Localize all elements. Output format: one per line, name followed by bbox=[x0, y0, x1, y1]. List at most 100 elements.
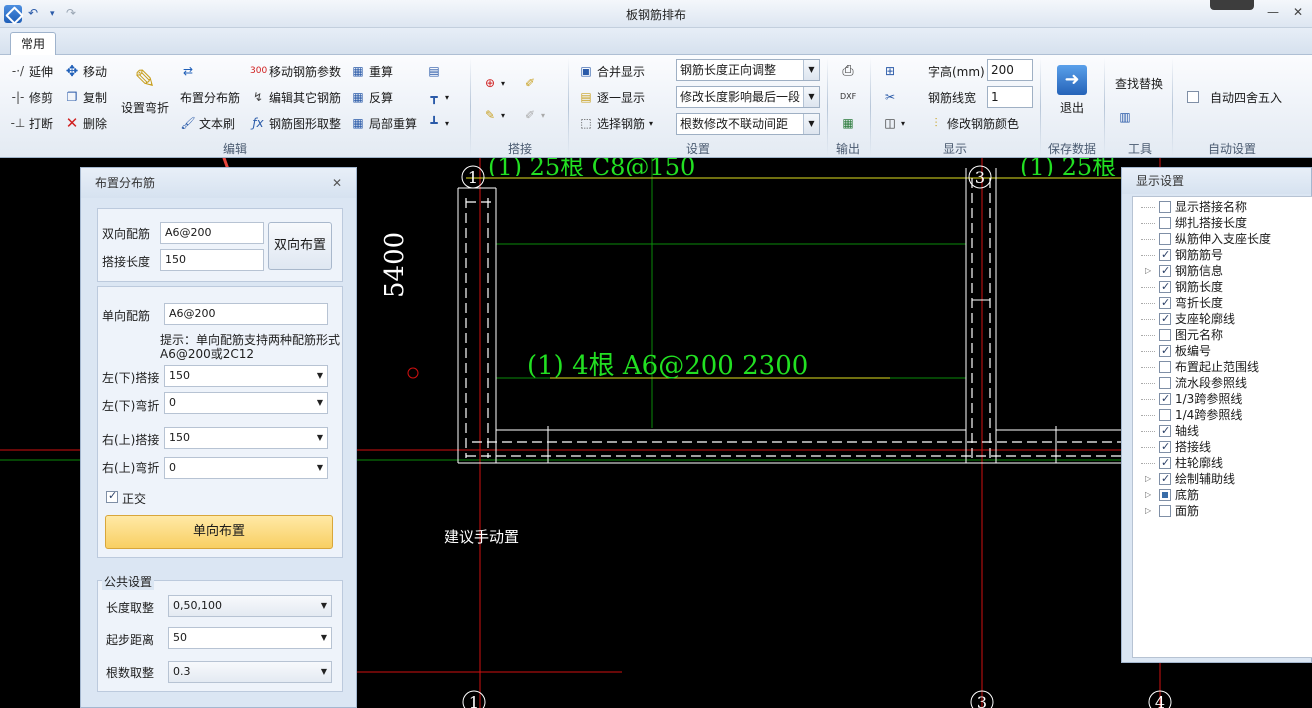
merge-display-button[interactable]: ▣ 合并显示 bbox=[578, 61, 645, 81]
text-brush-button[interactable]: 🖌 文本刷 bbox=[180, 113, 235, 133]
display-setting-checkbox[interactable] bbox=[1159, 361, 1171, 373]
extend-button[interactable]: -·/延伸 bbox=[10, 61, 53, 81]
modify-color-button[interactable]: ⫶ 修改钢筋颜色 bbox=[928, 113, 1019, 133]
move-button[interactable]: ✥ 移动 bbox=[64, 61, 107, 81]
tab-common[interactable]: 常用 bbox=[10, 32, 56, 56]
edit-extra-2-button[interactable]: ┳ ▾ bbox=[426, 87, 449, 107]
length-round-select[interactable]: 0,50,100 ▼ bbox=[168, 595, 332, 617]
display-setting-item[interactable]: 显示搭接名称 bbox=[1133, 199, 1312, 215]
right-lap-select[interactable]: 150 ▼ bbox=[164, 427, 328, 449]
display-setting-checkbox[interactable] bbox=[1159, 409, 1171, 421]
recalc-button[interactable]: ▦ 重算 bbox=[350, 61, 393, 81]
display-setting-checkbox[interactable] bbox=[1159, 423, 1171, 439]
display-setting-item[interactable]: 绑扎搭接长度 bbox=[1133, 215, 1312, 231]
display-setting-item[interactable]: 流水段参照线 bbox=[1133, 375, 1312, 391]
lap-tool-3-button[interactable]: ✎ ▾ bbox=[482, 105, 505, 125]
display-setting-item[interactable]: 支座轮廓线 bbox=[1133, 311, 1312, 327]
display-setting-item[interactable]: ▷ 钢筋信息 bbox=[1133, 263, 1312, 279]
display-setting-item[interactable]: 钢筋筋号 bbox=[1133, 247, 1312, 263]
display-setting-checkbox[interactable] bbox=[1159, 311, 1171, 327]
display-tool-3-button[interactable]: ◫ ▾ bbox=[882, 113, 905, 133]
uni-rebar-input[interactable]: A6@200 bbox=[164, 303, 328, 325]
right-bend-select[interactable]: 0 ▼ bbox=[164, 457, 328, 479]
display-setting-checkbox[interactable] bbox=[1159, 217, 1171, 229]
bi-lap-input[interactable]: 150 bbox=[160, 249, 264, 271]
move-params-button[interactable]: 300 移动钢筋参数 bbox=[250, 61, 341, 81]
display-setting-item[interactable]: ▷ 底筋 bbox=[1133, 487, 1312, 503]
font-height-input[interactable]: 200 bbox=[987, 59, 1033, 81]
copy-button[interactable]: ❐ 复制 bbox=[64, 87, 107, 107]
display-setting-item[interactable]: 布置起止范围线 bbox=[1133, 359, 1312, 375]
break-button[interactable]: -⊥ 打断 bbox=[10, 113, 53, 133]
select-rebar-button[interactable]: ⬚ 选择钢筋 ▾ bbox=[578, 113, 653, 133]
display-setting-checkbox[interactable] bbox=[1159, 295, 1171, 311]
auto-round-checkbox[interactable] bbox=[1187, 91, 1199, 103]
uni-place-button[interactable]: 单向布置 bbox=[105, 515, 333, 549]
expand-arrow-icon[interactable]: ▷ bbox=[1145, 487, 1151, 503]
print-button[interactable]: ⎙ bbox=[840, 61, 859, 81]
rebar-label[interactable]: (1) 4根 A6@200 2300 bbox=[527, 345, 808, 382]
shape-pick-button[interactable]: ƒx 钢筋图形取整 bbox=[250, 113, 341, 133]
display-setting-item[interactable]: 板编号 bbox=[1133, 343, 1312, 359]
display-setting-checkbox[interactable] bbox=[1159, 233, 1171, 245]
exit-button[interactable]: ➜ 退出 bbox=[1050, 65, 1094, 116]
lap-tool-2-button[interactable]: ✐ bbox=[522, 73, 541, 93]
display-tool-2-button[interactable]: ✂ bbox=[882, 87, 901, 107]
count-round-select[interactable]: 0.3 ▼ bbox=[168, 661, 332, 683]
reverse-calc-button[interactable]: ▦ 反算 bbox=[350, 87, 393, 107]
display-settings-title[interactable]: 显示设置 bbox=[1122, 168, 1311, 194]
length-adjust-combo[interactable]: 钢筋长度正向调整 ▼ bbox=[676, 59, 820, 81]
trim-button[interactable]: -|- 修剪 bbox=[10, 87, 53, 107]
display-setting-item[interactable]: 柱轮廓线 bbox=[1133, 455, 1312, 471]
display-setting-item[interactable]: 图元名称 bbox=[1133, 327, 1312, 343]
display-setting-checkbox[interactable] bbox=[1159, 279, 1171, 295]
display-setting-checkbox[interactable] bbox=[1159, 505, 1171, 517]
place-dist-button[interactable]: 布置分布筋 bbox=[180, 87, 240, 107]
count-link-combo[interactable]: 根数修改不联动间距 ▼ bbox=[676, 113, 820, 135]
expand-arrow-icon[interactable]: ▷ bbox=[1145, 263, 1151, 279]
display-setting-checkbox[interactable] bbox=[1159, 455, 1171, 471]
rebar-label-top[interactable]: (1) 25根 C8@150 bbox=[488, 158, 695, 176]
edit-other-button[interactable]: ↯ 编辑其它钢筋 bbox=[250, 87, 341, 107]
display-setting-checkbox[interactable] bbox=[1159, 263, 1171, 279]
display-setting-checkbox[interactable] bbox=[1159, 439, 1171, 455]
display-setting-item[interactable]: ▷ 面筋 bbox=[1133, 503, 1312, 519]
dist-settings-icon-button[interactable]: ⇄ bbox=[180, 61, 199, 81]
export-excel-button[interactable]: ▦ bbox=[840, 113, 859, 133]
display-setting-checkbox[interactable] bbox=[1159, 343, 1171, 359]
display-setting-item[interactable]: 纵筋伸入支座长度 bbox=[1133, 231, 1312, 247]
bi-rebar-input[interactable]: A6@200 bbox=[160, 222, 264, 244]
display-setting-item[interactable]: 轴线 bbox=[1133, 423, 1312, 439]
close-window-button[interactable]: ✕ bbox=[1285, 2, 1311, 22]
show-one-by-one-button[interactable]: ▤ 逐一显示 bbox=[578, 87, 645, 107]
display-setting-checkbox[interactable] bbox=[1159, 489, 1171, 501]
display-tool-1-button[interactable]: ⊞ bbox=[882, 61, 901, 81]
display-setting-item[interactable]: 钢筋长度 bbox=[1133, 279, 1312, 295]
display-setting-checkbox[interactable] bbox=[1159, 329, 1171, 341]
display-setting-checkbox[interactable] bbox=[1159, 471, 1171, 487]
display-setting-item[interactable]: 1/3跨参照线 bbox=[1133, 391, 1312, 407]
export-dxf-button[interactable]: DXF bbox=[840, 87, 859, 107]
partial-recalc-button[interactable]: ▦ 局部重算 bbox=[350, 113, 417, 133]
expand-arrow-icon[interactable]: ▷ bbox=[1145, 503, 1151, 519]
rebar-label-top-right[interactable]: (1) 25根 bbox=[1020, 158, 1116, 176]
expand-arrow-icon[interactable]: ▷ bbox=[1145, 471, 1151, 487]
dialog-title[interactable]: 布置分布筋 bbox=[81, 168, 356, 198]
display-setting-checkbox[interactable] bbox=[1159, 247, 1171, 263]
edit-extra-1-button[interactable]: ▤ bbox=[426, 61, 445, 81]
display-setting-item[interactable]: 搭接线 bbox=[1133, 439, 1312, 455]
lap-tool-1-button[interactable]: ⊕ ▾ bbox=[482, 73, 505, 93]
start-distance-select[interactable]: 50 ▼ bbox=[168, 627, 332, 649]
bi-place-button[interactable]: 双向布置 bbox=[268, 222, 332, 270]
lap-tool-4-button[interactable]: ✐ ▾ bbox=[522, 105, 545, 125]
left-lap-select[interactable]: 150 ▼ bbox=[164, 365, 328, 387]
find-replace-button[interactable]: 查找替换 bbox=[1115, 73, 1163, 93]
line-width-input[interactable]: 1 bbox=[987, 86, 1033, 108]
display-setting-item[interactable]: 1/4跨参照线 bbox=[1133, 407, 1312, 423]
display-setting-item[interactable]: ▷ 绘制辅助线 bbox=[1133, 471, 1312, 487]
display-setting-checkbox[interactable] bbox=[1159, 201, 1171, 213]
orthogonal-checkbox[interactable] bbox=[106, 489, 118, 503]
delete-button[interactable]: ✕ 删除 bbox=[64, 113, 107, 133]
display-setting-checkbox[interactable] bbox=[1159, 391, 1171, 407]
set-bend-button[interactable]: ✎ 设置弯折 bbox=[118, 65, 172, 116]
